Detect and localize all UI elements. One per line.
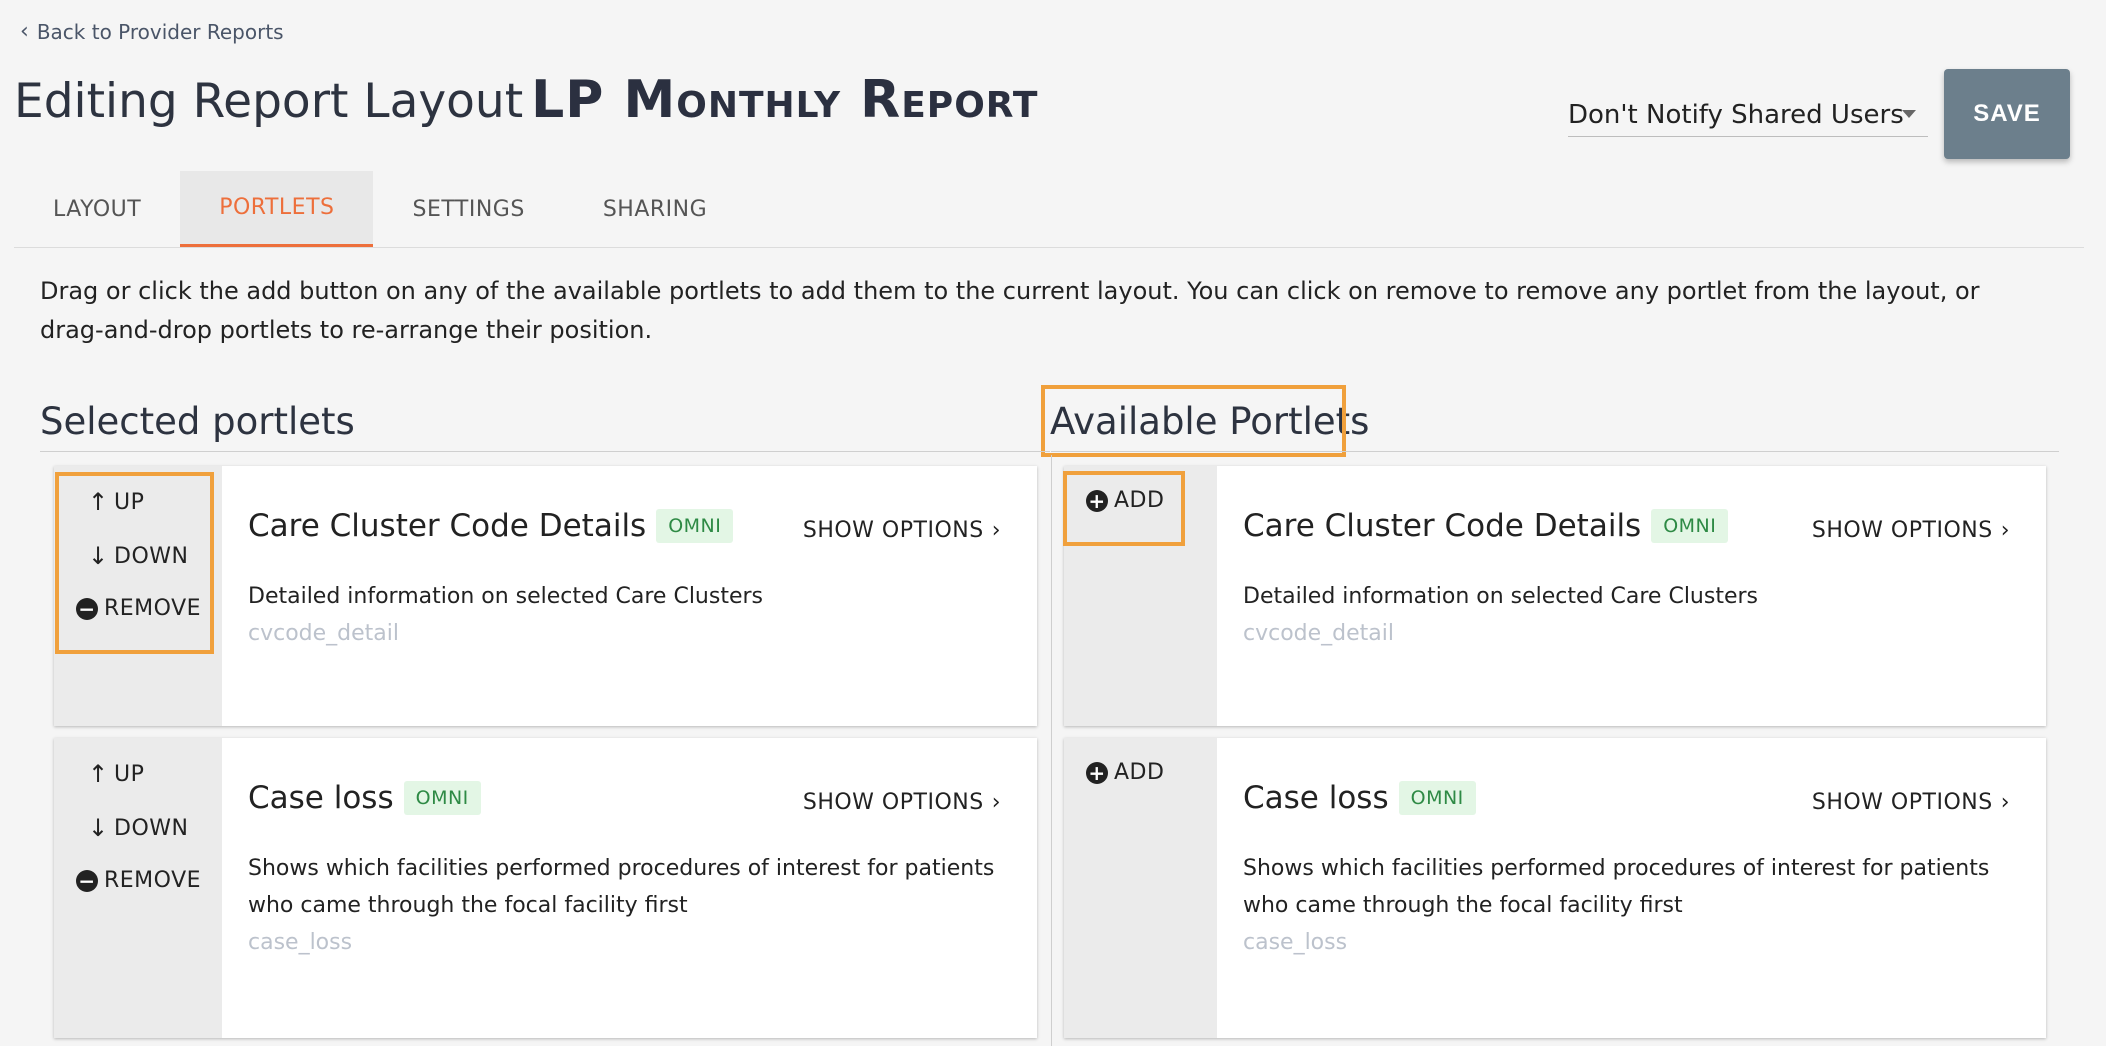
show-options-button[interactable]: SHOW OPTIONS › [1812, 518, 2010, 543]
minus-circle-icon: − [76, 869, 98, 892]
arrow-up-icon: ↑ [88, 760, 109, 788]
page-title: Editing Report Layout LP Monthly Report [14, 70, 1038, 130]
portlet-description: Detailed information on selected Care Cl… [248, 578, 1018, 652]
show-options-label: SHOW OPTIONS [1811, 790, 1993, 815]
available-divider [1051, 451, 2059, 452]
selected-divider [40, 451, 1050, 452]
tab-bar: LAYOUT PORTLETS SETTINGS SHARING [14, 171, 2084, 248]
move-down-label: DOWN [114, 815, 189, 841]
show-options-label: SHOW OPTIONS [802, 790, 984, 815]
add-label: ADD [1114, 760, 1165, 785]
highlight-box-selected-controls [55, 472, 214, 654]
portlet-code: case_loss [1243, 930, 1348, 955]
available-portlet-card[interactable]: + ADD Care Cluster Code Details OMNI SHO… [1064, 466, 2046, 726]
portlet-body: Care Cluster Code Details OMNI SHOW OPTI… [222, 466, 1037, 726]
portlet-description: Detailed information on selected Care Cl… [1243, 578, 2013, 652]
move-up-label: UP [114, 761, 145, 787]
remove-label: REMOVE [104, 868, 202, 893]
show-options-button[interactable]: SHOW OPTIONS › [1812, 790, 2010, 815]
portlet-title-text: Care Cluster Code Details [1243, 508, 1642, 544]
omni-badge: OMNI [403, 781, 481, 815]
portlet-description-text: Detailed information on selected Care Cl… [1243, 584, 1759, 609]
portlet-title: Care Cluster Code Details OMNI [248, 508, 734, 544]
add-button[interactable]: + ADD [1086, 760, 1164, 785]
plus-circle-icon: + [1086, 761, 1108, 784]
portlet-title: Care Cluster Code Details OMNI [1243, 508, 1729, 544]
portlet-description: Shows which facilities performed procedu… [248, 850, 1018, 961]
portlet-description: Shows which facilities performed procedu… [1243, 850, 2013, 961]
portlet-code: case_loss [248, 930, 353, 955]
show-options-button[interactable]: SHOW OPTIONS › [803, 518, 1001, 543]
column-divider [1051, 455, 1052, 1046]
tab-portlets[interactable]: PORTLETS [180, 171, 374, 247]
portlet-controls: + ADD [1064, 738, 1217, 1038]
notify-shared-users-select[interactable]: Don't Notify Shared Users [1568, 94, 1928, 137]
move-down-button[interactable]: ↓ DOWN [88, 814, 188, 842]
tab-layout[interactable]: LAYOUT [14, 171, 180, 247]
portlet-title-text: Care Cluster Code Details [248, 508, 647, 544]
back-link-label: Back to Provider Reports [36, 20, 284, 44]
portlet-title: Case loss OMNI [1243, 780, 1476, 816]
back-to-reports-link[interactable]: ‹ Back to Provider Reports [20, 20, 284, 44]
portlet-description-text: Shows which facilities performed procedu… [248, 856, 995, 918]
portlet-title-text: Case loss [1243, 780, 1389, 816]
highlight-box-available-heading [1041, 385, 1346, 457]
arrow-down-icon: ↓ [88, 814, 109, 842]
portlet-title: Case loss OMNI [248, 780, 481, 816]
portlet-code: cvcode_detail [1243, 621, 1395, 646]
show-options-button[interactable]: SHOW OPTIONS › [803, 790, 1001, 815]
chevron-right-icon: › [2000, 518, 2010, 543]
portlet-description-text: Detailed information on selected Care Cl… [248, 584, 764, 609]
tab-settings[interactable]: SETTINGS [373, 171, 563, 247]
selected-portlets-heading: Selected portlets [40, 400, 355, 443]
tab-sharing[interactable]: SHARING [564, 171, 746, 247]
chevron-right-icon: › [2000, 790, 2010, 815]
selected-portlet-card[interactable]: ↑ UP ↓ DOWN − REMOVE Case loss OMNI SHOW… [54, 738, 1037, 1038]
report-name: LP Monthly Report [531, 70, 1039, 130]
omni-badge: OMNI [1398, 781, 1476, 815]
dropdown-caret-icon [1902, 110, 1916, 118]
save-button[interactable]: SAVE [1944, 69, 2070, 159]
available-portlet-card[interactable]: + ADD Case loss OMNI SHOW OPTIONS › Show… [1064, 738, 2046, 1038]
remove-button[interactable]: − REMOVE [76, 868, 201, 893]
chevron-right-icon: › [991, 790, 1001, 815]
omni-badge: OMNI [656, 509, 734, 543]
notify-select-value: Don't Notify Shared Users [1568, 100, 1904, 130]
portlet-body: Case loss OMNI SHOW OPTIONS › Shows whic… [1217, 738, 2046, 1038]
chevron-left-icon: ‹ [20, 19, 29, 44]
highlight-box-add-button [1063, 471, 1185, 546]
portlet-code: cvcode_detail [248, 621, 400, 646]
page-title-prefix: Editing Report Layout [14, 74, 524, 129]
show-options-label: SHOW OPTIONS [802, 518, 984, 543]
instructions-text: Drag or click the add button on any of t… [40, 277, 1980, 344]
omni-badge: OMNI [1651, 509, 1729, 543]
show-options-label: SHOW OPTIONS [1811, 518, 1993, 543]
portlet-description-text: Shows which facilities performed procedu… [1243, 856, 1990, 918]
move-up-button[interactable]: ↑ UP [88, 760, 144, 788]
portlet-title-text: Case loss [248, 780, 394, 816]
portlet-body: Care Cluster Code Details OMNI SHOW OPTI… [1217, 466, 2046, 726]
portlet-body: Case loss OMNI SHOW OPTIONS › Shows whic… [222, 738, 1037, 1038]
portlet-controls: ↑ UP ↓ DOWN − REMOVE [54, 738, 222, 1038]
chevron-right-icon: › [991, 518, 1001, 543]
